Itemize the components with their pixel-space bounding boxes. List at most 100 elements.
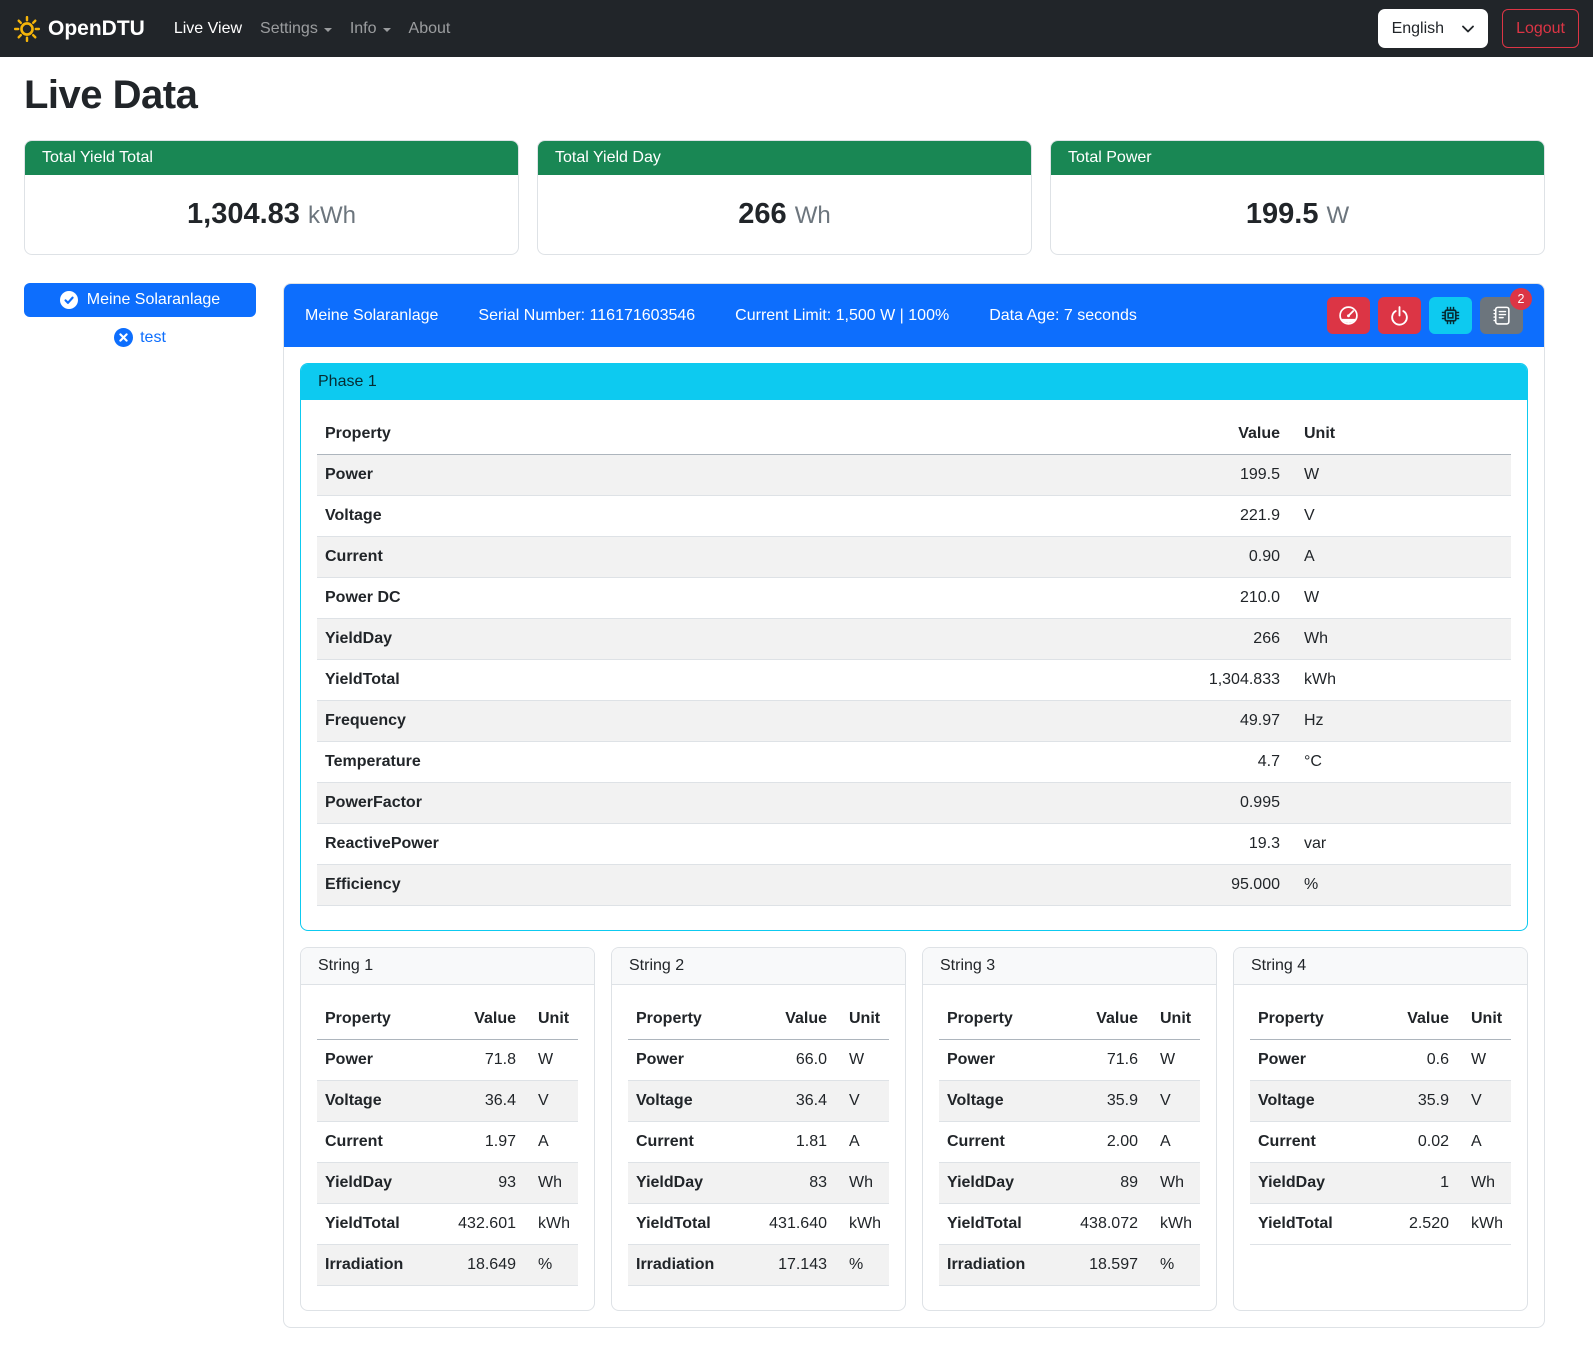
nav-links: Live View Settings Info About <box>165 12 460 46</box>
total-yield-total-card: Total Yield Total 1,304.83 kWh <box>24 140 519 255</box>
property-value: 221.9 <box>1158 496 1288 537</box>
table-row: Power DC 210.0 W <box>317 578 1511 619</box>
column-header-property: Property <box>1250 999 1369 1040</box>
serial-number: Serial Number: 116171603546 <box>478 307 695 325</box>
panel-actions: 2 <box>1327 297 1523 334</box>
stat-unit: kWh <box>308 202 356 229</box>
property-name: Frequency <box>317 701 1158 742</box>
column-header-property: Property <box>317 999 436 1040</box>
table-row: Power 199.5 W <box>317 455 1511 496</box>
event-log-button[interactable]: 2 <box>1480 297 1523 334</box>
property-name: Current <box>317 537 1158 578</box>
limit-settings-button[interactable] <box>1327 297 1370 334</box>
property-name: Power <box>317 455 1158 496</box>
property-value: 1,304.833 <box>1158 660 1288 701</box>
property-value: 431.640 <box>747 1204 835 1245</box>
phase-1-table: Property Value Unit Power <box>317 414 1511 906</box>
property-name: YieldDay <box>628 1163 747 1204</box>
table-row: Current 0.90 A <box>317 537 1511 578</box>
stat-card-title: Total Yield Total <box>25 141 518 175</box>
property-value: 36.4 <box>747 1081 835 1122</box>
property-value: 18.649 <box>436 1245 524 1286</box>
chevron-down-icon <box>1462 25 1474 33</box>
table-row: Power 71.6 W <box>939 1040 1200 1081</box>
nav-item-about[interactable]: About <box>400 12 460 46</box>
inverter-selected-button[interactable]: Meine Solaranlage <box>24 283 256 317</box>
inverter-item-test[interactable]: test <box>24 328 256 347</box>
string-3-title: String 3 <box>923 948 1216 985</box>
stat-unit: W <box>1326 202 1349 229</box>
stats-row: Total Yield Total 1,304.83 kWh Total Yiel… <box>24 140 1545 255</box>
chevron-down-icon <box>324 28 332 32</box>
logout-button[interactable]: Logout <box>1502 9 1579 48</box>
table-row: Voltage 35.9 V <box>939 1081 1200 1122</box>
device-info-button[interactable] <box>1429 297 1472 334</box>
property-value: 66.0 <box>747 1040 835 1081</box>
property-unit: A <box>835 1122 889 1163</box>
phase-1-title: Phase 1 <box>301 364 1527 400</box>
property-name: YieldDay <box>317 1163 436 1204</box>
stat-card-body: 266Wh <box>538 175 1031 254</box>
string-4-card: String 4 Property Value Unit <box>1233 947 1528 1311</box>
cpu-icon <box>1440 305 1461 326</box>
property-name: YieldTotal <box>1250 1204 1369 1245</box>
table-row: Temperature 4.7 °C <box>317 742 1511 783</box>
table-row: Irradiation 17.143 % <box>628 1245 889 1286</box>
power-toggle-button[interactable] <box>1378 297 1421 334</box>
nav-item-live-view-label: Live View <box>174 20 242 38</box>
column-header-unit: Unit <box>1146 999 1200 1040</box>
property-unit: % <box>524 1245 578 1286</box>
property-unit: A <box>1457 1122 1511 1163</box>
string-1-card: String 1 Property Value Unit <box>300 947 595 1311</box>
property-name: Efficiency <box>317 865 1158 906</box>
property-value: 438.072 <box>1058 1204 1146 1245</box>
nav-item-settings[interactable]: Settings <box>251 12 341 46</box>
table-header-row: Property Value Unit <box>628 999 889 1040</box>
property-value: 2.00 <box>1058 1122 1146 1163</box>
property-value: 93 <box>436 1163 524 1204</box>
property-value: 95.000 <box>1158 865 1288 906</box>
table-row: Current 2.00 A <box>939 1122 1200 1163</box>
property-unit: Wh <box>524 1163 578 1204</box>
property-value: 432.601 <box>436 1204 524 1245</box>
property-name: Voltage <box>317 1081 436 1122</box>
nav-item-info[interactable]: Info <box>341 12 400 46</box>
property-unit: Hz <box>1288 701 1511 742</box>
table-row: Voltage 35.9 V <box>1250 1081 1511 1122</box>
property-unit: V <box>1288 496 1511 537</box>
top-navbar: OpenDTU Live View Settings Info About En… <box>0 0 1593 57</box>
string-1-table: Property Value Unit Power <box>317 999 578 1286</box>
journal-icon <box>1491 305 1512 326</box>
column-header-property: Property <box>317 414 1158 455</box>
strings-row: String 1 Property Value Unit <box>300 947 1528 1311</box>
property-value: 19.3 <box>1158 824 1288 865</box>
property-value: 89 <box>1058 1163 1146 1204</box>
stat-value: 1,304.83 <box>187 198 300 230</box>
stat-value: 199.5 <box>1246 198 1319 230</box>
stat-unit: Wh <box>795 202 831 229</box>
brand-label: OpenDTU <box>48 17 145 41</box>
property-name: Temperature <box>317 742 1158 783</box>
table-header-row: Property Value Unit <box>939 999 1200 1040</box>
string-3-card: String 3 Property Value Unit <box>922 947 1217 1311</box>
table-row: Frequency 49.97 Hz <box>317 701 1511 742</box>
inverter-selected-label: Meine Solaranlage <box>87 291 220 309</box>
property-name: Current <box>939 1122 1058 1163</box>
table-header-row: Property Value Unit <box>317 414 1511 455</box>
property-unit: kWh <box>524 1204 578 1245</box>
string-4-title: String 4 <box>1234 948 1527 985</box>
property-name: Voltage <box>628 1081 747 1122</box>
current-limit: Current Limit: 1,500 W | 100% <box>735 307 949 325</box>
table-row: Power 71.8 W <box>317 1040 578 1081</box>
property-unit: V <box>1146 1081 1200 1122</box>
property-unit: W <box>835 1040 889 1081</box>
property-value: 0.02 <box>1369 1122 1457 1163</box>
brand[interactable]: OpenDTU <box>14 16 145 42</box>
language-select[interactable]: English <box>1378 9 1488 48</box>
table-row: Current 1.97 A <box>317 1122 578 1163</box>
stat-card-body: 1,304.83 kWh <box>25 175 518 254</box>
property-value: 1.97 <box>436 1122 524 1163</box>
nav-item-live-view[interactable]: Live View <box>165 12 251 46</box>
property-value: 1 <box>1369 1163 1457 1204</box>
total-yield-day-card: Total Yield Day 266Wh <box>537 140 1032 255</box>
